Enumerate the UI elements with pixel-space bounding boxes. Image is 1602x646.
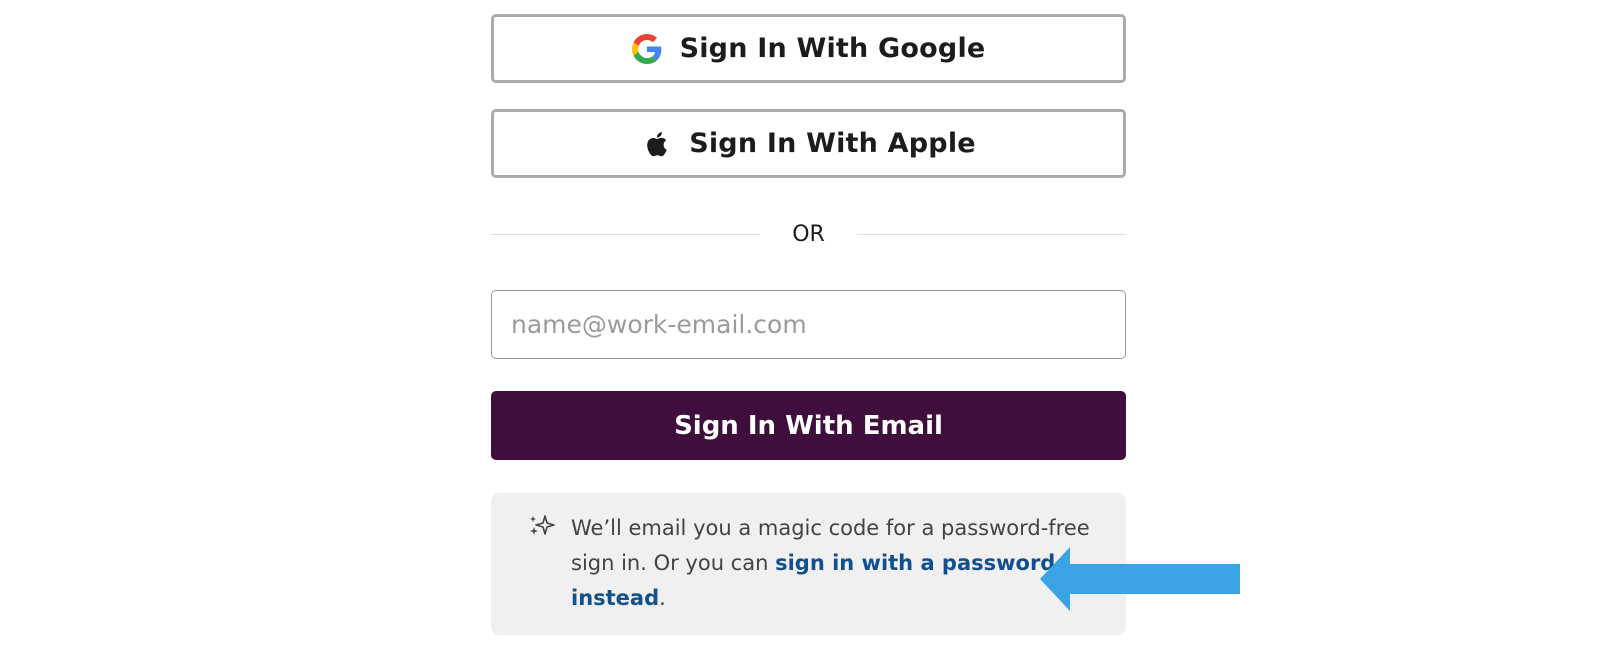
sign-in-with-email-button[interactable]: Sign In With Email <box>491 391 1126 460</box>
or-divider: OR <box>491 216 1127 252</box>
google-logo-icon <box>631 33 662 64</box>
divider-line-right <box>856 233 1127 235</box>
info-text-after: . <box>659 586 666 610</box>
apple-button-label: Sign In With Apple <box>689 128 976 159</box>
email-button-label: Sign In With Email <box>674 410 943 441</box>
divider-line-left <box>491 233 761 235</box>
magic-code-info-box: We’ll email you a magic code for a passw… <box>491 493 1126 635</box>
or-label: OR <box>792 221 825 247</box>
arrow-left-annotation <box>1040 547 1240 611</box>
sign-in-with-apple-button[interactable]: Sign In With Apple <box>491 109 1126 178</box>
magic-code-info-text: We’ll email you a magic code for a passw… <box>571 511 1101 616</box>
apple-logo-icon <box>641 129 671 159</box>
google-button-label: Sign In With Google <box>679 33 986 64</box>
email-input[interactable] <box>491 290 1126 359</box>
sign-in-with-google-button[interactable]: Sign In With Google <box>491 14 1126 83</box>
sparkle-icon <box>530 515 555 535</box>
